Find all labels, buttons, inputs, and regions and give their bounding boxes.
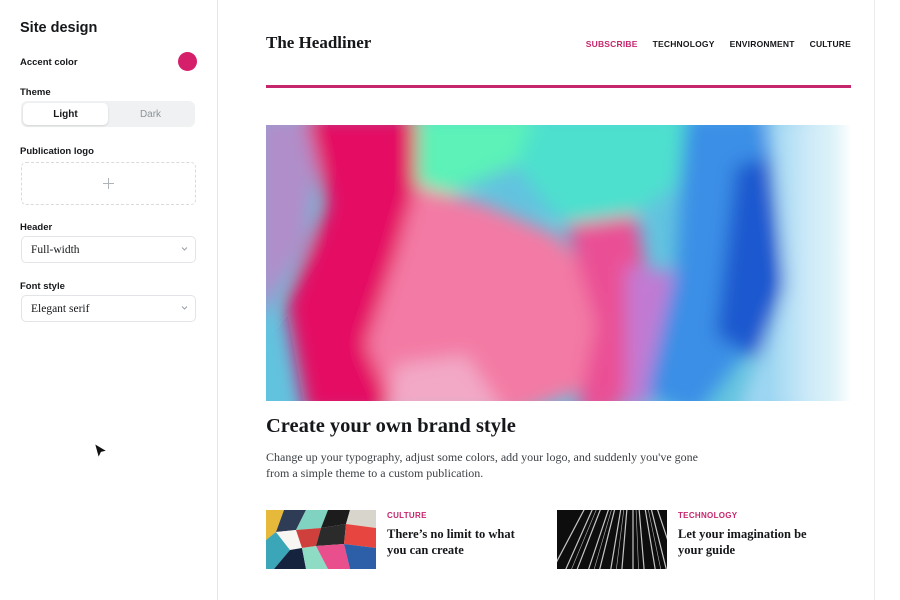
plus-icon	[103, 178, 114, 189]
main-nav: SUBSCRIBE TECHNOLOGY ENVIRONMENT CULTURE	[586, 39, 851, 49]
chevron-down-icon	[181, 247, 188, 251]
card-thumbnail-culture[interactable]	[266, 510, 376, 569]
mouse-pointer-icon	[93, 442, 109, 460]
publication-logo-upload[interactable]	[21, 162, 196, 205]
sidebar-title: Site design	[20, 20, 98, 36]
card-thumbnail-technology[interactable]	[557, 510, 667, 569]
card-tag-technology[interactable]: TECHNOLOGY	[678, 511, 737, 520]
publication-logo-label: Publication logo	[20, 146, 94, 157]
preview-edge-divider	[874, 0, 875, 600]
header-label: Header	[20, 222, 53, 233]
featured-post-title[interactable]: Create your own brand style	[266, 415, 516, 438]
theme-label: Theme	[20, 87, 51, 98]
site-design-sidebar: Site design Accent color Theme Light Dar…	[0, 0, 218, 600]
publication-title[interactable]: The Headliner	[266, 33, 371, 53]
nav-technology[interactable]: TECHNOLOGY	[653, 39, 715, 49]
font-style-select[interactable]: Elegant serif	[21, 295, 196, 322]
header-select-value: Full-width	[31, 243, 80, 256]
card-title-technology[interactable]: Let your imagination be your guide	[678, 526, 828, 558]
accent-color-label: Accent color	[20, 57, 78, 68]
featured-post-excerpt: Change up your typography, adjust some c…	[266, 450, 698, 480]
header-select[interactable]: Full-width	[21, 236, 196, 263]
card-tag-culture[interactable]: CULTURE	[387, 511, 427, 520]
theme-option-light[interactable]: Light	[23, 103, 108, 125]
theme-toggle: Light Dark	[21, 101, 195, 127]
accent-color-swatch[interactable]	[178, 52, 197, 71]
font-style-select-value: Elegant serif	[31, 302, 90, 315]
header-accent-rule	[266, 85, 851, 88]
chevron-down-icon	[181, 306, 188, 310]
card-title-culture[interactable]: There’s no limit to what you can create	[387, 526, 537, 558]
nav-subscribe[interactable]: SUBSCRIBE	[586, 39, 638, 49]
nav-environment[interactable]: ENVIRONMENT	[730, 39, 795, 49]
hero-image[interactable]	[266, 125, 851, 401]
theme-option-dark[interactable]: Dark	[108, 103, 193, 125]
nav-culture[interactable]: CULTURE	[810, 39, 851, 49]
font-style-label: Font style	[20, 281, 65, 292]
